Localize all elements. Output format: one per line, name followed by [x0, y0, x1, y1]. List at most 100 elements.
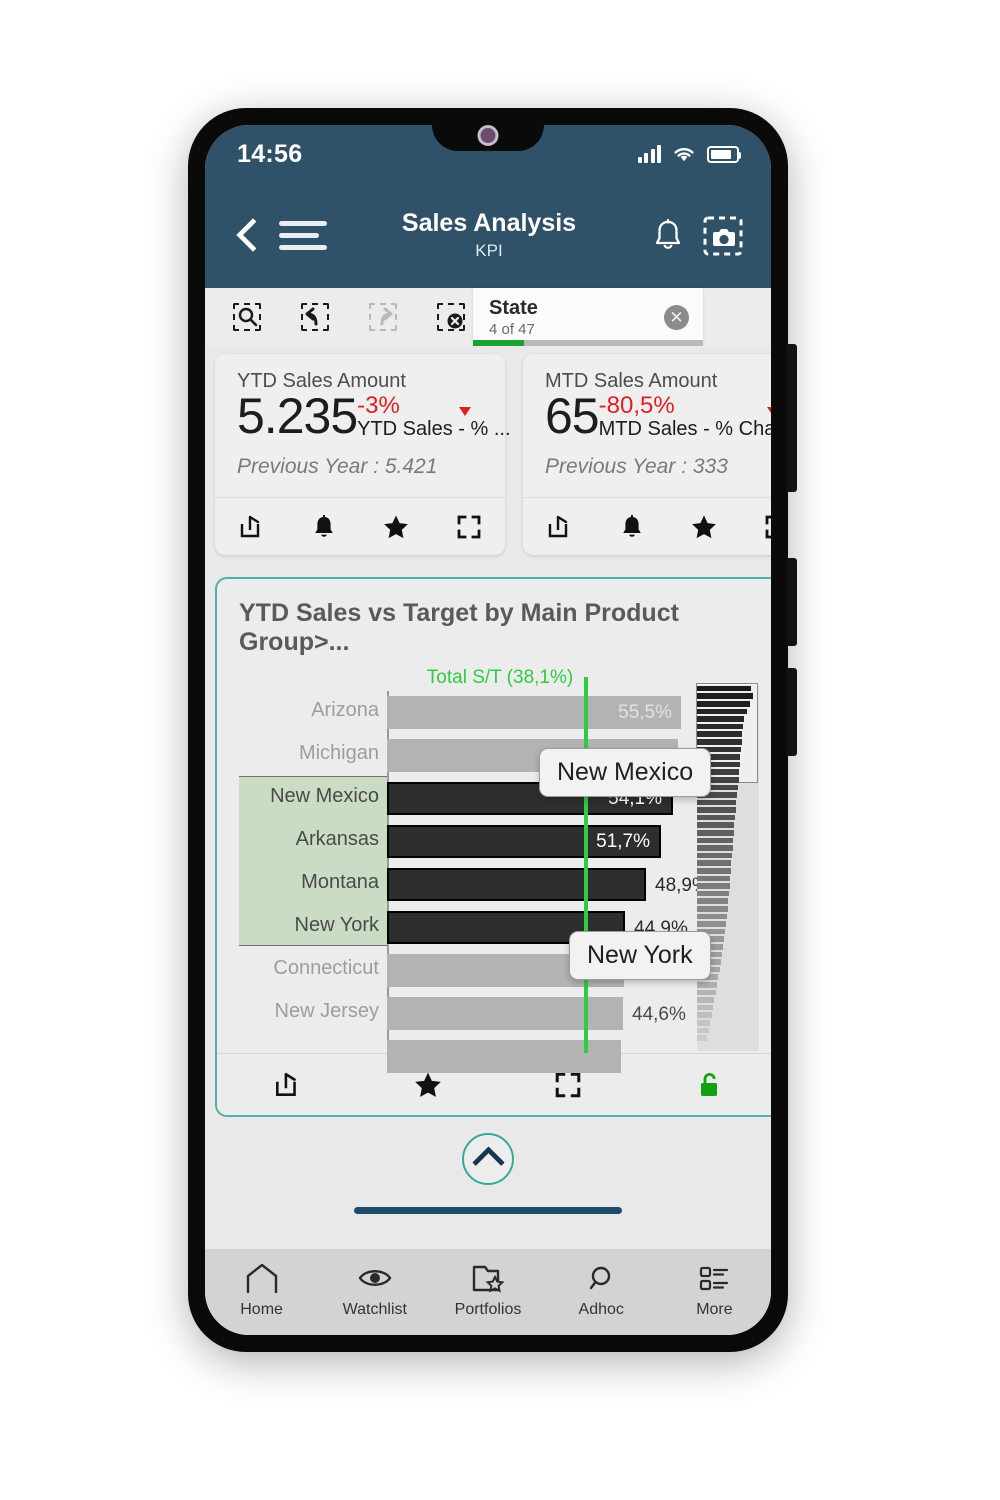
- camera-snapshot-icon[interactable]: [701, 215, 745, 257]
- collapse-panel-button[interactable]: [462, 1133, 514, 1185]
- collapse-row: [205, 1133, 771, 1185]
- nav-watchlist[interactable]: Watchlist: [318, 1261, 431, 1319]
- kpi-value-row: 5.235 -3% YTD Sales - % ...: [215, 391, 511, 441]
- kpi-card-row: YTD Sales Amount 5.235 -3% YTD Sales - %…: [205, 354, 771, 555]
- nav-label: Watchlist: [342, 1301, 407, 1318]
- dashboard-content: YTD Sales Amount 5.235 -3% YTD Sales - %…: [205, 346, 771, 1335]
- clear-selection-in-box-icon: [437, 303, 465, 331]
- bottom-navigation: Home Watchlist Portfolios Adhoc More: [205, 1249, 771, 1335]
- bar-arkansas[interactable]: 51,7%: [387, 825, 661, 858]
- bar-montana[interactable]: [387, 868, 646, 901]
- all-categories-minimap[interactable]: [696, 683, 759, 1051]
- undo-arrow-in-box-icon: [301, 303, 329, 331]
- kpi-toolbar: [523, 497, 771, 555]
- share-button[interactable]: [523, 514, 596, 540]
- home-icon: [246, 1263, 277, 1293]
- tooltip-new-mexico: New Mexico: [539, 748, 712, 797]
- kpi-delta-value: -80,5%: [598, 392, 675, 419]
- nav-more[interactable]: More: [658, 1261, 771, 1319]
- bar-row[interactable]: Arizona 55,5%: [239, 691, 771, 734]
- screenshot-stage: 14:56 Sales Analysis KPI State 4 of 47 ✕…: [0, 0, 1000, 1500]
- search-in-box-icon: [233, 303, 261, 331]
- phone-screen: 14:56 Sales Analysis KPI State 4 of 47 ✕…: [205, 125, 771, 1335]
- favorite-button[interactable]: [360, 513, 433, 541]
- step-back-button[interactable]: [281, 288, 349, 346]
- header-actions: [651, 215, 749, 257]
- bar-row[interactable]: New Jersey 44,6%: [239, 992, 771, 1035]
- bar-arizona[interactable]: 55,5%: [387, 696, 681, 729]
- nav-portfolios[interactable]: Portfolios: [431, 1261, 544, 1319]
- bar-category-label: New Mexico: [270, 785, 379, 807]
- bar-category-label: New York: [294, 914, 380, 936]
- chip-field-name: State: [489, 296, 538, 319]
- nav-label: Home: [240, 1301, 283, 1318]
- app-navbar: Sales Analysis KPI: [205, 183, 771, 288]
- reference-line-label: Total S/T (38,1%): [426, 667, 574, 688]
- kpi-card-ytd[interactable]: YTD Sales Amount 5.235 -3% YTD Sales - %…: [215, 354, 511, 555]
- bar-value-label: 44,6%: [632, 1004, 686, 1025]
- fullscreen-button[interactable]: [741, 514, 771, 540]
- search-selections-button[interactable]: [213, 288, 281, 346]
- kpi-card-mtd[interactable]: MTD Sales Amount 65 -80,5% MTD Sales - %…: [523, 354, 771, 555]
- kpi-toolbar: [215, 497, 505, 555]
- chip-text-block: State 4 of 47: [489, 297, 664, 338]
- nav-home[interactable]: Home: [205, 1261, 318, 1319]
- page-subtitle: KPI: [475, 240, 503, 260]
- bar-category-label: Connecticut: [273, 957, 379, 979]
- share-button[interactable]: [215, 514, 288, 540]
- list-blocks-icon: [700, 1266, 729, 1291]
- kpi-value: 65: [545, 388, 600, 444]
- bar-category-label: Arizona: [311, 699, 379, 721]
- trend-down-arrow-icon: [459, 407, 471, 416]
- kpi-delta-label: MTD Sales - % Change: [598, 418, 771, 440]
- trend-down-arrow-icon: [767, 407, 771, 416]
- battery-icon: [707, 145, 741, 163]
- phone-power-button[interactable]: [786, 558, 797, 646]
- folder-star-icon: [472, 1265, 505, 1293]
- bar-value-label: 51,7%: [596, 830, 650, 852]
- tooltip-new-york: New York: [569, 931, 711, 980]
- kpi-previous-year: Previous Year : 333: [545, 455, 728, 478]
- alert-button[interactable]: [288, 513, 361, 541]
- bar-category-label: New Jersey: [274, 1000, 379, 1022]
- cellular-signal-icon: [637, 145, 661, 163]
- favorite-button[interactable]: [668, 513, 741, 541]
- kpi-previous-year: Previous Year : 5.421: [237, 455, 438, 478]
- phone-device-body: 14:56 Sales Analysis KPI State 4 of 47 ✕…: [188, 108, 797, 1352]
- selection-toolbar-buttons: [205, 288, 485, 346]
- alert-button[interactable]: [596, 513, 669, 541]
- status-icon-group: [637, 145, 741, 163]
- bar-category-label: Arkansas: [295, 828, 379, 850]
- page-title: Sales Analysis: [401, 209, 577, 238]
- notification-bell-icon[interactable]: [651, 217, 685, 255]
- chart-plot-area[interactable]: Total S/T (38,1%) Arizona 55,5% Michigan…: [217, 663, 771, 1073]
- kpi-delta-value: -3%: [357, 392, 400, 419]
- magnifier-icon: [590, 1266, 611, 1290]
- hamburger-menu-icon[interactable]: [279, 221, 333, 250]
- fullscreen-button[interactable]: [433, 514, 506, 540]
- close-circle-icon[interactable]: ✕: [664, 304, 689, 330]
- nav-label: Adhoc: [578, 1301, 624, 1318]
- chip-selection-count: 4 of 47: [489, 320, 535, 338]
- nav-label: More: [696, 1301, 733, 1318]
- chart-card[interactable]: YTD Sales vs Target by Main Product Grou…: [215, 577, 771, 1117]
- bar-category-label: Montana: [301, 871, 379, 893]
- status-bar: 14:56: [205, 125, 771, 183]
- back-chevron-icon[interactable]: [227, 213, 269, 259]
- status-clock: 14:56: [237, 139, 303, 168]
- selection-chip-state[interactable]: State 4 of 47 ✕: [473, 288, 703, 346]
- redo-arrow-in-box-icon: [369, 303, 397, 331]
- bar-row[interactable]: Montana 48,9%: [239, 863, 771, 906]
- phone-extra-button[interactable]: [786, 668, 797, 756]
- kpi-delta-label: YTD Sales - % ...: [357, 418, 511, 440]
- page-indicator[interactable]: [205, 1207, 771, 1214]
- reference-line: [584, 677, 588, 1053]
- bar-row[interactable]: Arkansas 51,7%: [239, 820, 771, 863]
- bars-container: Arizona 55,5% Michigan New Mexico 54,1% …: [239, 677, 771, 1073]
- app-header: 14:56 Sales Analysis KPI: [205, 125, 771, 288]
- eye-icon: [358, 1270, 392, 1286]
- bar-row[interactable]: [239, 1035, 771, 1078]
- bar-value-label: 55,5%: [618, 701, 672, 723]
- phone-volume-button[interactable]: [786, 344, 797, 492]
- nav-adhoc[interactable]: Adhoc: [545, 1261, 658, 1319]
